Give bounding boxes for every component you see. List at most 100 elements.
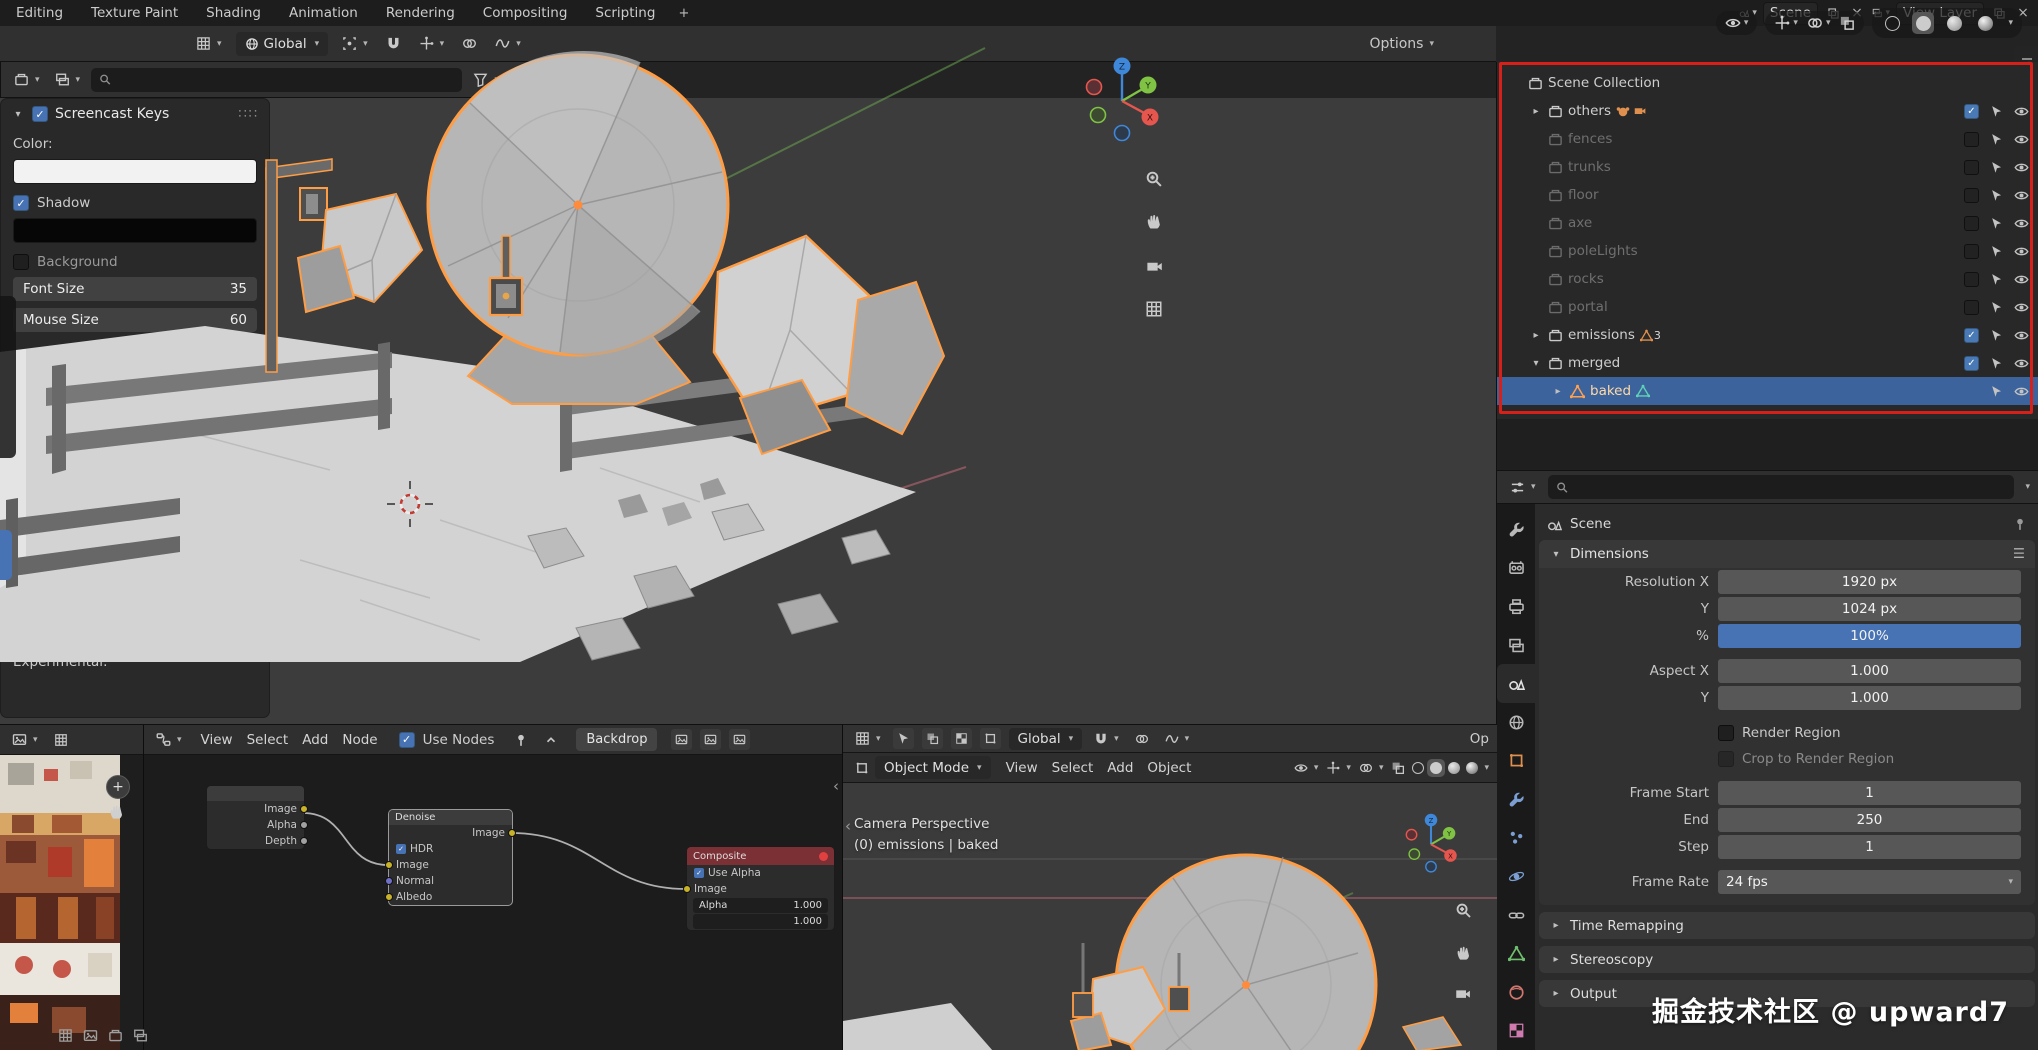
hdr-checkbox[interactable]: ✓ — [396, 844, 406, 854]
properties-tab[interactable] — [1497, 780, 1535, 819]
visibility-eye-icon[interactable] — [2014, 384, 2029, 399]
alpha-socket[interactable] — [300, 821, 308, 829]
outliner-row[interactable]: floor — [1497, 181, 2038, 209]
visibility-eye-icon[interactable] — [2014, 328, 2029, 343]
image-output-socket[interactable] — [508, 829, 516, 837]
pan-hand-button[interactable] — [108, 803, 125, 820]
layers-icon[interactable] — [133, 1028, 148, 1043]
editor-type-dropdown[interactable]: ▾ — [8, 729, 42, 750]
visibility-eye-icon[interactable] — [2014, 216, 2029, 231]
outliner-row[interactable]: trunks — [1497, 153, 2038, 181]
property-value-field[interactable]: 1 — [1718, 781, 2021, 805]
properties-tab[interactable] — [1497, 1012, 1535, 1050]
menu-item[interactable]: View — [194, 729, 240, 751]
show-gizmo-dropdown[interactable]: ▾ — [1322, 758, 1355, 778]
property-value-field[interactable]: 1 — [1718, 835, 2021, 859]
selectable-toggle-icon[interactable] — [1990, 329, 2003, 342]
properties-tab[interactable] — [1497, 549, 1535, 588]
menu-item[interactable]: Node — [335, 729, 384, 751]
properties-tab[interactable] — [1497, 896, 1535, 935]
outliner-row[interactable]: ▾ merged — [1497, 349, 2038, 377]
z-value-field[interactable]: 1.000 — [693, 914, 828, 929]
navigation-gizmo[interactable]: Z Y X — [1399, 811, 1463, 875]
outliner-row[interactable]: fences — [1497, 125, 2038, 153]
property-value-field[interactable]: 1.000 — [1718, 659, 2021, 683]
collapse-icon[interactable]: ▾ — [1549, 549, 1563, 560]
paint-mask-button-2[interactable] — [951, 728, 972, 749]
selectable-toggle-icon[interactable] — [1990, 301, 2003, 314]
outliner-row[interactable]: rocks — [1497, 265, 2038, 293]
outliner-row[interactable]: ▸ others — [1497, 97, 2038, 125]
parent-tree-button[interactable] — [540, 730, 562, 750]
zoom-button[interactable] — [1141, 166, 1167, 192]
selectable-toggle-icon[interactable] — [1990, 273, 2003, 286]
outliner-row[interactable]: ▸ emissions 3 — [1497, 321, 2038, 349]
properties-tab[interactable] — [1497, 587, 1535, 626]
expander-icon[interactable]: ▾ — [1529, 358, 1543, 369]
pan-button[interactable] — [1450, 939, 1476, 965]
menu-item[interactable]: Select — [1045, 757, 1101, 779]
properties-search-input[interactable] — [1574, 479, 2007, 496]
visibility-eye-icon[interactable] — [2014, 300, 2029, 315]
visibility-eye-icon[interactable] — [2014, 104, 2029, 119]
properties-tab[interactable] — [1497, 934, 1535, 973]
selectable-toggle-icon[interactable] — [1990, 133, 2003, 146]
outliner-item-label[interactable]: poleLights — [1568, 243, 1638, 259]
proportional-editing-toggle[interactable] — [1131, 729, 1153, 749]
collection-checkbox[interactable] — [1964, 300, 1979, 315]
editor-type-dropdown[interactable]: ▾ — [1506, 477, 1540, 498]
active-tool-button[interactable] — [893, 728, 914, 749]
properties-tab[interactable] — [1497, 703, 1535, 742]
visibility-eye-icon[interactable] — [2014, 132, 2029, 147]
collapsed-panel-header[interactable]: ▸ Stereoscopy — [1539, 946, 2035, 973]
outliner-item-label[interactable]: merged — [1568, 355, 1620, 371]
property-value-field[interactable]: 1024 px — [1718, 597, 2021, 621]
collection-checkbox[interactable] — [1964, 104, 1979, 119]
selectable-toggle-icon[interactable] — [1990, 161, 2003, 174]
backdrop-zoom-out-button[interactable] — [729, 729, 750, 750]
dimensions-panel-header[interactable]: ▾ Dimensions ☰ — [1539, 540, 2035, 568]
collection-checkbox[interactable] — [1964, 188, 1979, 203]
property-value-field[interactable]: 1.000 — [1718, 686, 2021, 710]
outliner-row[interactable]: Scene Collection — [1497, 69, 2038, 97]
backdrop-fit-button[interactable] — [671, 729, 692, 750]
outliner-item-label[interactable]: Scene Collection — [1548, 75, 1660, 91]
image-input-socket[interactable] — [683, 885, 691, 893]
expander-icon[interactable]: ▸ — [1529, 106, 1543, 117]
add-button[interactable]: + — [106, 775, 130, 799]
shading-rendered-button[interactable] — [1463, 759, 1481, 777]
outliner-item-label[interactable]: trunks — [1568, 159, 1611, 175]
collapsed-panel-header[interactable]: ▸ Time Remapping — [1539, 912, 2035, 939]
pin-button[interactable] — [510, 730, 532, 750]
selectable-toggle-icon[interactable] — [1990, 217, 2003, 230]
node-canvas[interactable]: Image Alpha Depth Denoise Image ✓HDR Ima… — [144, 755, 843, 1050]
outliner-item-label[interactable]: portal — [1568, 299, 1608, 315]
outliner-item-label[interactable]: axe — [1568, 215, 1592, 231]
shading-wireframe-button[interactable] — [1409, 759, 1427, 777]
editor-type-dropdown[interactable]: ▾ — [152, 729, 186, 750]
visibility-eye-icon[interactable] — [2014, 244, 2029, 259]
outliner-row[interactable]: axe — [1497, 209, 2038, 237]
pan-button[interactable] — [1141, 208, 1167, 234]
properties-tab[interactable] — [1497, 857, 1535, 896]
zoom-button[interactable] — [1450, 897, 1476, 923]
collection-icon[interactable] — [108, 1028, 123, 1043]
albedo-input-socket[interactable] — [385, 893, 393, 901]
properties-search[interactable] — [1548, 475, 2015, 499]
chevron-down-icon[interactable]: ▾ — [2025, 482, 2030, 492]
render-layers-node[interactable]: Image Alpha Depth — [206, 785, 305, 850]
baked-texture-image[interactable] — [0, 755, 143, 1050]
editor-type-dropdown[interactable]: ▾ — [851, 728, 885, 749]
render-region-checkbox[interactable] — [1718, 725, 1734, 741]
collection-checkbox[interactable] — [1964, 160, 1979, 175]
show-overlays-dropdown[interactable]: ▾ — [1355, 758, 1388, 778]
options-partial-label[interactable]: Op — [1470, 731, 1489, 747]
property-value-field[interactable]: 1920 px — [1718, 570, 2021, 594]
collection-checkbox[interactable] — [1964, 244, 1979, 259]
sidebar-collapse-arrow[interactable]: ‹ — [833, 777, 839, 795]
paint-mask-button-3[interactable] — [980, 728, 1001, 749]
object-types-visibility-dropdown[interactable]: ▾ — [1290, 758, 1323, 778]
falloff-dropdown[interactable]: ▾ — [1161, 729, 1194, 749]
frame-rate-dropdown[interactable]: 24 fps▾ — [1718, 870, 2021, 894]
menu-item[interactable]: View — [999, 757, 1045, 779]
